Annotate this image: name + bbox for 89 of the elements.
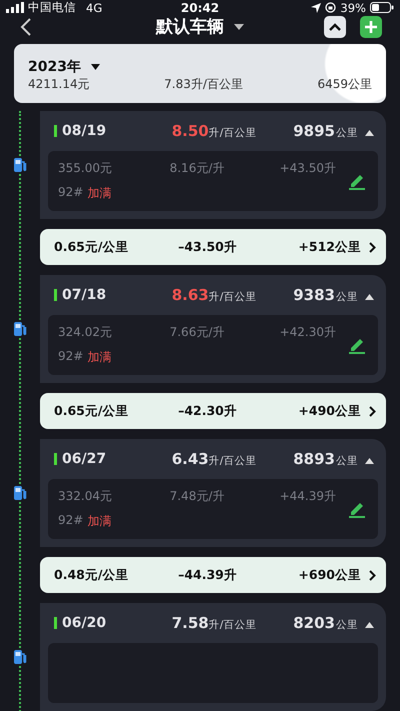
odometer-reading: 8203: [293, 614, 335, 632]
collapse-caret-icon[interactable]: [365, 622, 374, 628]
refuel-card[interactable]: 06/27 6.43升/百公里 8893公里 332.04元 7.48元/升 +44.39升 92# 加满: [40, 439, 386, 547]
vehicle-title[interactable]: 默认车辆: [156, 15, 224, 38]
add-button[interactable]: [360, 16, 382, 38]
fuel-grade: 92#: [58, 185, 84, 201]
consumption-unit: 升/百公里: [208, 454, 256, 468]
status-bar-mark: [54, 125, 57, 137]
back-icon[interactable]: [20, 16, 32, 37]
chevron-right-icon: [369, 242, 376, 252]
signal-icon: [6, 2, 24, 13]
total-cost: 4211.14元: [28, 76, 90, 93]
battery-icon: [370, 2, 394, 13]
chevron-right-icon: [369, 406, 376, 416]
battery-percent: 39%: [340, 0, 366, 14]
dropdown-caret-icon[interactable]: [90, 64, 100, 70]
consumption-unit: 升/百公里: [208, 290, 256, 304]
refuel-amount: 332.04元: [58, 488, 113, 505]
fuel-price: 8.16元/升: [168, 160, 226, 177]
location-icon: [311, 2, 322, 12]
fuel-volume: +44.39升: [278, 488, 336, 505]
odometer-reading: 9895: [293, 122, 335, 140]
status-bar-mark: [54, 617, 57, 629]
collapse-caret-icon[interactable]: [365, 294, 374, 300]
odometer-unit: 公里: [336, 618, 358, 632]
fill-status: 加满: [87, 185, 112, 202]
cost-per-km: 0.65元/公里: [54, 402, 130, 420]
odometer-reading: 9383: [293, 286, 335, 304]
cost-per-km: 0.48元/公里: [54, 566, 130, 584]
interval-summary-row[interactable]: 0.65元/公里 –43.50升 +512公里: [40, 229, 386, 265]
fuel-used: –43.50升: [177, 238, 238, 256]
edit-icon[interactable]: [348, 172, 366, 190]
distance-driven: +490公里: [297, 402, 361, 420]
carrier-name: 中国电信: [28, 0, 76, 15]
fuel-pump-icon: [13, 321, 27, 337]
fuel-consumption: 8.50: [172, 122, 209, 140]
chevron-right-icon: [369, 570, 376, 580]
interval-summary-row[interactable]: 0.48元/公里 –44.39升 +690公里: [40, 557, 386, 593]
cost-per-km: 0.65元/公里: [54, 238, 130, 256]
fuel-grade: 92#: [58, 513, 84, 529]
refuel-amount: 355.00元: [58, 160, 113, 177]
fuel-price: 7.48元/升: [168, 488, 226, 505]
total-distance: 6459公里: [317, 76, 372, 93]
status-bar-mark: [54, 289, 57, 301]
fuel-consumption: 8.63: [172, 286, 209, 304]
odometer-unit: 公里: [336, 454, 358, 468]
clock-time: 20:42: [180, 0, 220, 14]
distance-driven: +512公里: [297, 238, 361, 256]
collapse-caret-icon[interactable]: [365, 458, 374, 464]
year-selector[interactable]: 2023年: [28, 58, 81, 76]
distance-driven: +690公里: [297, 566, 361, 584]
fuel-volume: +43.50升: [278, 160, 336, 177]
dropdown-caret-icon[interactable]: [234, 24, 244, 30]
fuel-consumption: 7.58: [172, 614, 209, 632]
fuel-pump-icon: [13, 157, 27, 173]
odometer-unit: 公里: [336, 290, 358, 304]
lock-rotation-icon: [325, 2, 336, 13]
fill-status: 加满: [87, 513, 112, 530]
refuel-date: 07/18: [62, 287, 106, 303]
status-bar-mark: [54, 453, 57, 465]
consumption-unit: 升/百公里: [208, 126, 256, 140]
chevron-up-icon: [329, 22, 341, 31]
collapse-button[interactable]: [324, 16, 346, 38]
refuel-date: 06/20: [62, 615, 106, 631]
refuel-amount: 324.02元: [58, 324, 113, 341]
refuel-card[interactable]: 07/18 8.63升/百公里 9383公里 324.02元 7.66元/升 +42.30升 92# 加满: [40, 275, 386, 383]
fuel-pump-icon: [13, 649, 27, 665]
edit-icon[interactable]: [348, 336, 366, 354]
edit-icon[interactable]: [348, 500, 366, 518]
fuel-used: –44.39升: [177, 566, 238, 584]
odometer-reading: 8893: [293, 450, 335, 468]
fuel-grade: 92#: [58, 349, 84, 365]
refuel-date: 06/27: [62, 451, 106, 467]
network-type: 4G: [86, 0, 102, 14]
interval-summary-row[interactable]: 0.65元/公里 –42.30升 +490公里: [40, 393, 386, 429]
refuel-card[interactable]: 08/19 8.50升/百公里 9895公里 355.00元 8.16元/升 +43.50升 92# 加满: [40, 111, 386, 219]
fill-status: 加满: [87, 349, 112, 366]
refuel-card[interactable]: 06/20 7.58升/百公里 8203公里: [40, 603, 386, 711]
odometer-unit: 公里: [336, 126, 358, 140]
fuel-pump-icon: [13, 485, 27, 501]
average-consumption: 7.83升/百公里: [164, 76, 243, 93]
consumption-unit: 升/百公里: [208, 618, 256, 632]
fuel-consumption: 6.43: [172, 450, 209, 468]
fuel-volume: +42.30升: [278, 324, 336, 341]
plus-icon: [364, 20, 378, 34]
collapse-caret-icon[interactable]: [365, 130, 374, 136]
refuel-date: 08/19: [62, 123, 106, 139]
fuel-price: 7.66元/升: [168, 324, 226, 341]
fuel-used: –42.30升: [177, 402, 238, 420]
